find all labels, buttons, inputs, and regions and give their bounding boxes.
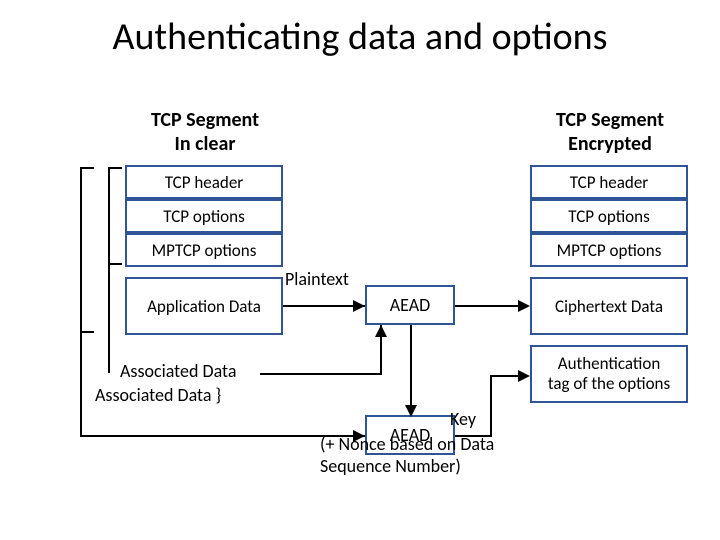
right-title-line2: Encrypted — [568, 132, 652, 156]
label-associated-data-1: Associated Data — [120, 360, 236, 383]
right-row-tcp-header: TCP header — [530, 165, 688, 199]
left-row-app-data: Application Data — [125, 277, 283, 335]
right-auth-line2: tag of the options — [548, 373, 670, 394]
aead-box-top: AEAD — [365, 285, 455, 325]
slide: Authenticating data and options TCP Segm… — [0, 0, 720, 540]
right-row-ciphertext: Ciphertext Data — [530, 277, 688, 335]
right-segment-title: TCP Segment Encrypted — [520, 108, 700, 156]
label-associated-data-2-text: Associated Data — [95, 384, 211, 406]
arrowhead-aead-to-ciphertext — [518, 300, 530, 312]
page-title: Authenticating data and options — [0, 14, 720, 60]
label-key-line3: Sequence Number) — [320, 455, 461, 477]
arrowhead-assoc1-up — [375, 325, 387, 337]
label-associated-data-2-brace: } — [216, 384, 222, 406]
arrowhead-aead-to-authtag — [518, 370, 530, 382]
right-row-tcp-options: TCP options — [530, 199, 688, 233]
label-associated-data-2: Associated Data } — [95, 384, 221, 407]
left-row-tcp-header: TCP header — [125, 165, 283, 199]
label-plaintext: Plaintext — [285, 268, 349, 290]
left-title-line1: TCP Segment — [151, 108, 259, 132]
line-assoc1-v — [108, 265, 110, 373]
left-row-mptcp-options: MPTCP options — [125, 233, 283, 267]
label-key-word: Key — [450, 408, 490, 431]
line-assoc1-h — [260, 373, 380, 375]
bracket-assoc-left — [108, 167, 110, 265]
arrow-aead-to-ciphertext — [455, 305, 518, 307]
label-key: x (+ Nonce based on Data Sequence Number… — [320, 410, 550, 478]
left-row-tcp-options: TCP options — [125, 199, 283, 233]
line-aead-top-to-bottom — [410, 325, 412, 415]
right-row-auth-tag: Authentication tag of the options — [530, 345, 688, 403]
arrow-aead-to-authtag-h2 — [490, 375, 518, 377]
arrowhead-appdata-to-aead — [353, 300, 365, 312]
right-row-mptcp-options: MPTCP options — [530, 233, 688, 267]
left-title-line2: In clear — [175, 132, 236, 156]
label-key-line2: (+ Nonce based on Data — [320, 433, 494, 455]
bracket-assoc-farleft — [80, 167, 82, 333]
left-segment-title: TCP Segment In clear — [115, 108, 295, 156]
right-title-line1: TCP Segment — [556, 108, 664, 132]
line-assoc2-v — [80, 333, 82, 435]
right-auth-line1: Authentication — [558, 353, 661, 374]
